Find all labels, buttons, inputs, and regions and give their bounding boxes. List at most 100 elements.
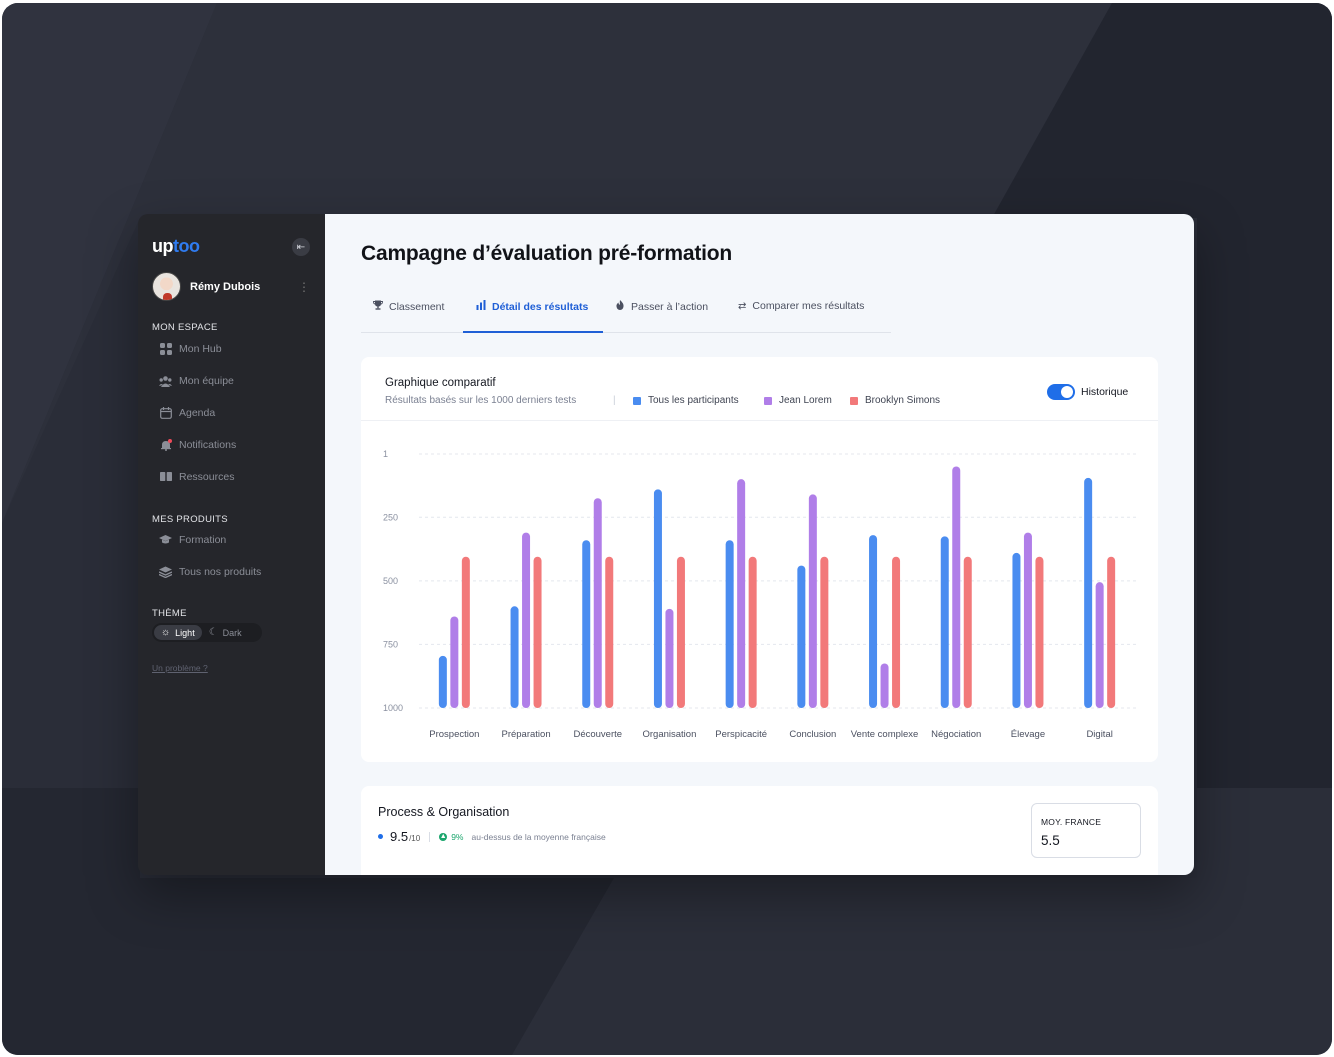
bar-1 [725, 540, 734, 708]
logo-part-up: up [152, 236, 174, 256]
x-tick-label: Découverte [573, 729, 622, 740]
bar-2 [593, 498, 602, 708]
legend-swatch-red [850, 396, 858, 405]
bar-1 [869, 535, 878, 708]
process-title: Process & Organisation [378, 805, 510, 819]
historique-toggle[interactable] [1047, 384, 1075, 400]
sidebar-item-ressources[interactable]: Ressources [159, 470, 234, 483]
bar-1 [510, 606, 519, 708]
sidebar-item-label: Formation [179, 533, 227, 546]
bar-2 [1023, 532, 1032, 708]
tab-comparer-resultats[interactable]: ⇄ Comparer mes résultats [738, 300, 864, 312]
sidebar-item-label: Agenda [179, 406, 216, 419]
page-title: Campagne d’évaluation pré-formation [361, 242, 733, 265]
x-tick-label: Prospection [429, 729, 479, 740]
logo-part-too: too [173, 236, 200, 256]
score-max: /10 [409, 833, 421, 843]
tab-label: Détail des résultats [492, 300, 589, 313]
theme-dark-option[interactable]: ☾ Dark [202, 625, 249, 640]
bar-3 [1107, 556, 1116, 708]
x-tick-label: Perspicacité [715, 729, 767, 740]
sidebar: uptoo ⇤ Rémy Dubois ⋮ MON ESPACE Mon Hub… [138, 214, 325, 875]
brand-logo[interactable]: uptoo [152, 236, 200, 257]
bar-3 [533, 556, 542, 708]
moon-icon: ☾ [208, 627, 218, 638]
bar-2 [1095, 582, 1104, 708]
bar-1 [1084, 477, 1093, 708]
legend-item-tous-participants[interactable]: Tous les participants [633, 395, 739, 406]
user-name: Rémy Dubois [190, 280, 261, 293]
bar-3 [963, 556, 972, 708]
bar-3 [892, 556, 901, 708]
legend-item-brooklyn-simons[interactable]: Brooklyn Simons [850, 395, 940, 406]
theme-light-label: Light [175, 627, 195, 638]
sidebar-item-tous-nos-produits[interactable]: Tous nos produits [159, 565, 261, 578]
bar-2 [808, 494, 817, 708]
sidebar-item-formation[interactable]: Formation [159, 533, 226, 546]
bar-1 [940, 536, 949, 708]
moyenne-france-label: MOY. FRANCE [1041, 817, 1102, 827]
bar-3 [605, 556, 614, 708]
bar-1 [1012, 552, 1021, 708]
tab-passer-action[interactable]: Passer à l’action [615, 300, 708, 313]
delta-percent: 9% [451, 831, 464, 842]
divider [429, 831, 431, 842]
flame-icon [615, 300, 625, 313]
bar-2 [952, 466, 961, 708]
score-value: 9.5 [390, 829, 409, 844]
bar-2 [450, 616, 459, 708]
score-dot [378, 834, 383, 839]
bar-3 [820, 556, 829, 708]
x-tick-label: Élevage [1011, 729, 1045, 740]
sidebar-item-notifications[interactable]: Notifications [159, 438, 236, 451]
book-icon [159, 470, 172, 483]
x-tick-label: Organisation [643, 729, 697, 740]
x-tick-label: Préparation [501, 729, 550, 740]
bar-3 [1035, 556, 1044, 708]
bar-3 [461, 556, 470, 708]
tab-bar: Classement Détail des résultats Passer à… [361, 290, 891, 333]
bar-1 [653, 489, 662, 708]
theme-light-option[interactable]: ☼ Light [154, 625, 202, 640]
user-profile[interactable]: Rémy Dubois ⋮ [152, 272, 312, 301]
bar-2 [665, 608, 674, 708]
theme-dark-label: Dark [222, 627, 242, 638]
bar-1 [582, 540, 591, 708]
section-mes-produits: MES PRODUITS [152, 514, 228, 525]
bar-1 [797, 565, 806, 708]
main-content: Campagne d’évaluation pré-formation Clas… [325, 214, 1194, 875]
collapse-sidebar-button[interactable]: ⇤ [292, 238, 310, 256]
more-options-icon[interactable]: ⋮ [298, 280, 310, 294]
x-tick-label: Négociation [931, 729, 981, 740]
legend-item-jean-lorem[interactable]: Jean Lorem [764, 395, 832, 406]
tab-label: Passer à l’action [631, 300, 709, 313]
calendar-icon [159, 406, 172, 419]
bar-3 [748, 556, 757, 708]
delta-description: au-dessus de la moyenne française [471, 831, 606, 842]
x-tick-label: Vente complexe [851, 729, 919, 740]
swap-icon: ⇄ [738, 300, 747, 312]
report-problem-link[interactable]: Un problème ? [152, 663, 208, 673]
theme-switch: ☼ Light ☾ Dark [152, 623, 262, 642]
sidebar-item-mon-hub[interactable]: Mon Hub [159, 342, 222, 355]
tab-detail-resultats[interactable]: Détail des résultats [476, 300, 588, 313]
process-organisation-card: Process & Organisation 9.5 /10 ▲ 9% au-d… [361, 786, 1158, 875]
bar-2 [880, 663, 889, 708]
chart-title: Graphique comparatif [385, 377, 496, 389]
tab-label: Classement [389, 300, 445, 313]
sidebar-item-label: Tous nos produits [179, 565, 262, 578]
bar-chart-icon [476, 300, 486, 313]
active-tab-indicator [463, 331, 603, 333]
bar-2 [522, 532, 531, 708]
tab-classement[interactable]: Classement [373, 300, 444, 313]
header-separator: | [613, 395, 616, 406]
sidebar-item-agenda[interactable]: Agenda [159, 406, 215, 419]
score-row: 9.5 /10 ▲ 9% au-dessus de la moyenne fra… [378, 829, 606, 844]
collapse-left-icon: ⇤ [296, 241, 306, 253]
comparison-bar-chart: 1 250 500 750 1000 Prospection Préparation Déco… [383, 449, 1136, 740]
sidebar-item-label: Mon Hub [179, 342, 222, 355]
y-tick-label: 1 [383, 449, 388, 459]
sidebar-item-mon-equipe[interactable]: Mon équipe [159, 374, 234, 387]
chart-card: Graphique comparatif Résultats basés sur… [361, 357, 1158, 762]
sidebar-item-label: Ressources [179, 470, 235, 483]
